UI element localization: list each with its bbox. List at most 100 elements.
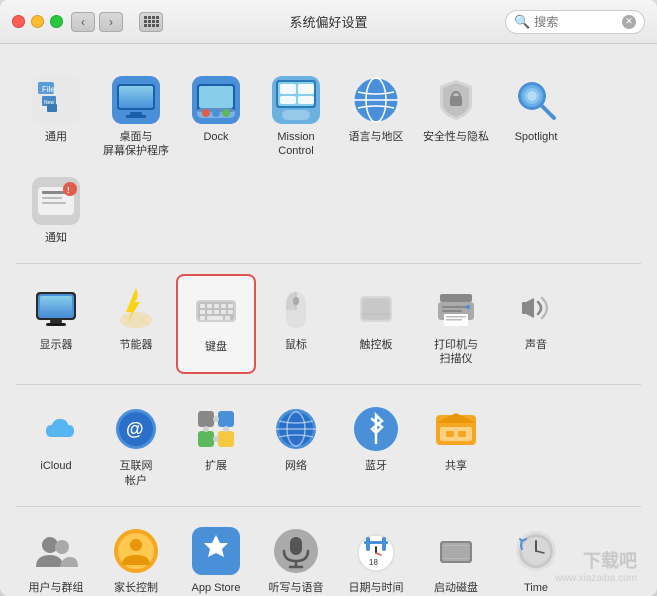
section-system: 用户与群组 家长控制 bbox=[16, 507, 641, 596]
parental-icon bbox=[110, 525, 162, 577]
internet-label: 互联网 帐户 bbox=[120, 459, 153, 488]
startup-label: 启动磁盘 bbox=[434, 581, 478, 595]
pref-general[interactable]: File New 通用 bbox=[16, 66, 96, 167]
bluetooth-label: 蓝牙 bbox=[365, 459, 387, 473]
pref-mouse[interactable]: 鼠标 bbox=[256, 274, 336, 375]
appstore-icon bbox=[190, 525, 242, 577]
language-icon bbox=[350, 74, 402, 126]
language-label: 语言与地区 bbox=[349, 130, 404, 144]
search-box[interactable]: 🔍 ✕ bbox=[505, 10, 645, 34]
keyboard-icon bbox=[190, 284, 242, 336]
pref-desktop[interactable]: 桌面与 屏幕保护程序 bbox=[96, 66, 176, 167]
mouse-icon bbox=[270, 282, 322, 334]
pref-sharing[interactable]: 共享 bbox=[416, 395, 496, 496]
parental-label: 家长控制 bbox=[114, 581, 158, 595]
pref-bluetooth[interactable]: 蓝牙 bbox=[336, 395, 416, 496]
sound-icon bbox=[510, 282, 562, 334]
trackpad-icon bbox=[350, 282, 402, 334]
forward-button[interactable]: › bbox=[99, 12, 123, 32]
pref-internet[interactable]: @ 互联网 帐户 bbox=[96, 395, 176, 496]
pref-displays[interactable]: 显示器 bbox=[16, 274, 96, 375]
energy-icon bbox=[110, 282, 162, 334]
pref-mission-control[interactable]: Mission Control bbox=[256, 66, 336, 167]
dictation-icon bbox=[270, 525, 322, 577]
desktop-label: 桌面与 屏幕保护程序 bbox=[103, 130, 169, 159]
pref-startup[interactable]: 启动磁盘 bbox=[416, 517, 496, 596]
security-icon bbox=[430, 74, 482, 126]
pref-printer[interactable]: 打印机与 扫描仪 bbox=[416, 274, 496, 375]
close-button[interactable] bbox=[12, 15, 25, 28]
svg-text:18: 18 bbox=[369, 558, 378, 567]
titlebar: ‹ › 系统偏好设置 🔍 ✕ bbox=[0, 0, 657, 44]
section-internet: iCloud @ 互联网 帐户 bbox=[16, 385, 641, 507]
pref-language[interactable]: 语言与地区 bbox=[336, 66, 416, 167]
mission-control-icon bbox=[270, 74, 322, 126]
window-title: 系统偏好设置 bbox=[289, 12, 367, 31]
notifications-icon: ! bbox=[30, 175, 82, 227]
pref-dictation[interactable]: 听写与语音 bbox=[256, 517, 336, 596]
users-icon bbox=[30, 525, 82, 577]
search-clear-button[interactable]: ✕ bbox=[622, 15, 636, 29]
grid-icon bbox=[144, 16, 159, 27]
extensions-icon bbox=[190, 403, 242, 455]
pref-network[interactable]: 网络 bbox=[256, 395, 336, 496]
sound-label: 声音 bbox=[525, 338, 547, 352]
watermark: 下载吧 www.xiazaiba.com bbox=[555, 547, 637, 584]
pref-notifications[interactable]: ! 通知 bbox=[16, 167, 96, 253]
search-input[interactable] bbox=[534, 15, 618, 29]
displays-label: 显示器 bbox=[40, 338, 73, 352]
chevron-right-icon: › bbox=[109, 15, 113, 29]
datetime-label: 日期与时间 bbox=[349, 581, 404, 595]
icloud-label: iCloud bbox=[40, 459, 71, 473]
grid-view-button[interactable] bbox=[139, 12, 163, 32]
desktop-icon bbox=[110, 74, 162, 126]
nav-buttons: ‹ › bbox=[71, 12, 123, 32]
pref-security[interactable]: 安全性与隐私 bbox=[416, 66, 496, 167]
trackpad-label: 触控板 bbox=[360, 338, 393, 352]
pref-spotlight[interactable]: Spotlight bbox=[496, 66, 576, 167]
pref-users[interactable]: 用户与群组 bbox=[16, 517, 96, 596]
keyboard-label: 键盘 bbox=[205, 340, 227, 354]
appstore-label: App Store bbox=[192, 581, 241, 595]
section-hardware: 显示器 节能器 bbox=[16, 264, 641, 386]
printer-label: 打印机与 扫描仪 bbox=[434, 338, 478, 367]
users-label: 用户与群组 bbox=[29, 581, 84, 595]
back-button[interactable]: ‹ bbox=[71, 12, 95, 32]
preferences-content: File New 通用 bbox=[0, 44, 657, 596]
maximize-button[interactable] bbox=[50, 15, 63, 28]
extensions-label: 扩展 bbox=[205, 459, 227, 473]
svg-text:!: ! bbox=[67, 186, 70, 195]
watermark-url: www.xiazaiba.com bbox=[555, 573, 637, 584]
pref-trackpad[interactable]: 触控板 bbox=[336, 274, 416, 375]
svg-text:@: @ bbox=[126, 419, 144, 439]
pref-icloud[interactable]: iCloud bbox=[16, 395, 96, 496]
traffic-lights bbox=[12, 15, 63, 28]
general-icon: File New bbox=[30, 74, 82, 126]
pref-keyboard[interactable]: 键盘 bbox=[176, 274, 256, 375]
internet-icon: @ bbox=[110, 403, 162, 455]
sharing-label: 共享 bbox=[445, 459, 467, 473]
chevron-left-icon: ‹ bbox=[81, 15, 85, 29]
dock-icon bbox=[190, 74, 242, 126]
startup-icon bbox=[430, 525, 482, 577]
security-label: 安全性与隐私 bbox=[423, 130, 489, 144]
pref-sound[interactable]: 声音 bbox=[496, 274, 576, 375]
system-preferences-window: ‹ › 系统偏好设置 🔍 ✕ bbox=[0, 0, 657, 596]
dictation-label: 听写与语音 bbox=[269, 581, 324, 595]
watermark-brand: 下载吧 bbox=[555, 547, 637, 573]
pref-energy[interactable]: 节能器 bbox=[96, 274, 176, 375]
icloud-icon bbox=[30, 403, 82, 455]
pref-parental[interactable]: 家长控制 bbox=[96, 517, 176, 596]
minimize-button[interactable] bbox=[31, 15, 44, 28]
network-icon bbox=[270, 403, 322, 455]
pref-datetime[interactable]: 18 日期与时间 bbox=[336, 517, 416, 596]
network-label: 网络 bbox=[285, 459, 307, 473]
mouse-label: 鼠标 bbox=[285, 338, 307, 352]
energy-label: 节能器 bbox=[120, 338, 153, 352]
pref-extensions[interactable]: 扩展 bbox=[176, 395, 256, 496]
pref-appstore[interactable]: App Store bbox=[176, 517, 256, 596]
bluetooth-icon bbox=[350, 403, 402, 455]
pref-dock[interactable]: Dock bbox=[176, 66, 256, 167]
printer-icon bbox=[430, 282, 482, 334]
spotlight-label: Spotlight bbox=[515, 130, 558, 144]
